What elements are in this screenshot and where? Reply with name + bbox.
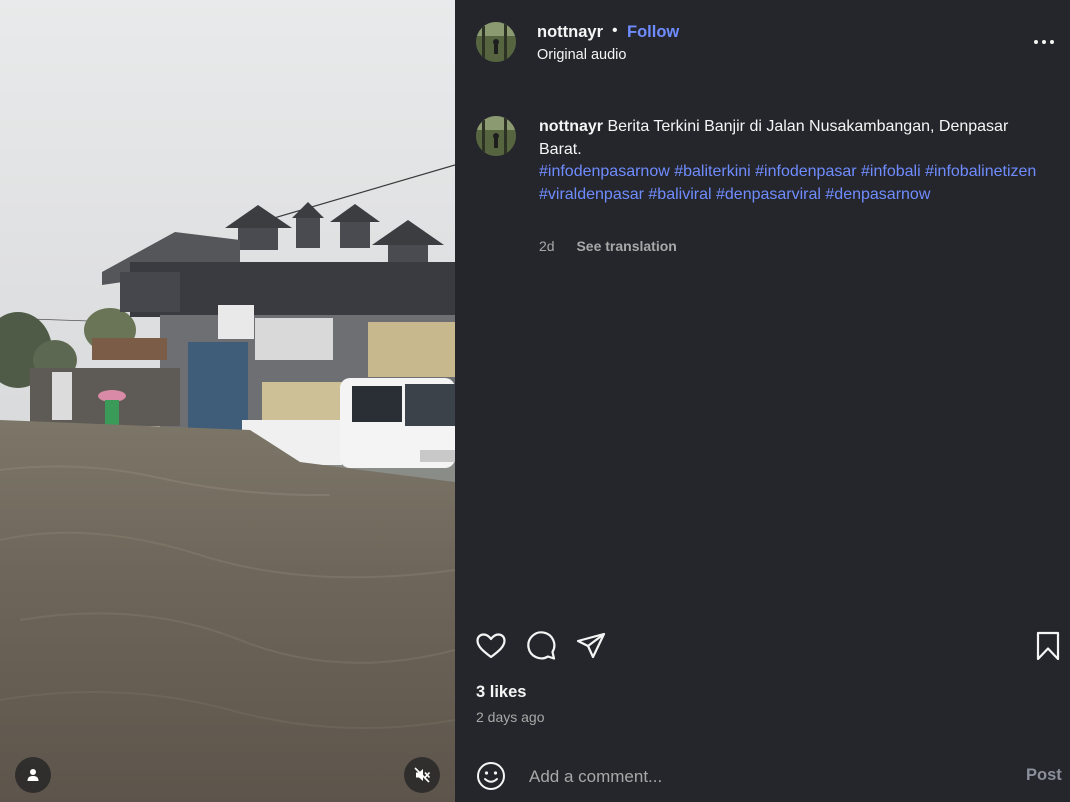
more-options-icon <box>1034 40 1054 44</box>
like-button[interactable] <box>473 628 509 664</box>
post-side-panel: nottnayr • Follow Original audio nottnay… <box>455 0 1070 802</box>
flood-street-video-frame <box>0 0 455 802</box>
emoji-button[interactable] <box>475 760 507 792</box>
avatar[interactable] <box>476 22 516 62</box>
video-player[interactable] <box>0 0 455 802</box>
caption-meta: 2d See translation <box>539 238 677 254</box>
tagged-users-button[interactable] <box>15 757 51 793</box>
emoji-icon <box>477 762 505 790</box>
post-timestamp[interactable]: 2 days ago <box>476 709 545 725</box>
hashtag-list: #infodenpasarnow #baliterkini #infodenpa… <box>539 161 1054 206</box>
post-comment-button[interactable]: Post <box>1026 766 1062 785</box>
comment-button[interactable] <box>523 628 559 664</box>
hashtag-link[interactable]: #viraldenpasar <box>539 186 644 203</box>
username-link[interactable]: nottnayr <box>537 23 603 42</box>
avatar-image <box>476 22 516 62</box>
save-button[interactable] <box>1030 628 1066 664</box>
user-tag-icon <box>27 769 39 781</box>
follow-button[interactable]: Follow <box>627 23 679 42</box>
separator-dot: • <box>612 22 618 39</box>
action-bar <box>455 628 1070 668</box>
hashtag-link[interactable]: #infobalinetizen <box>925 163 1036 180</box>
see-translation-button[interactable]: See translation <box>576 238 676 254</box>
audio-link[interactable]: Original audio <box>537 47 626 63</box>
hashtag-link[interactable]: #baliviral <box>648 186 711 203</box>
avatar-image <box>476 116 516 156</box>
hashtag-link[interactable]: #denpasarviral <box>716 186 821 203</box>
caption-avatar[interactable] <box>476 116 516 156</box>
more-options-button[interactable] <box>1030 32 1060 52</box>
hashtag-link[interactable]: #infodenpasarnow <box>539 163 670 180</box>
comment-composer: Post <box>455 752 1070 802</box>
muted-speaker-icon <box>414 767 431 783</box>
caption-username[interactable]: nottnayr <box>539 118 603 135</box>
comment-icon <box>527 631 556 660</box>
likes-count[interactable]: 3 likes <box>476 683 526 702</box>
caption-body: nottnayr Berita Terkini Banjir di Jalan … <box>539 116 1054 206</box>
caption-text: Berita Terkini Banjir di Jalan Nusakamba… <box>539 118 1009 158</box>
bookmark-icon <box>1036 631 1060 661</box>
mute-toggle-button[interactable] <box>404 757 440 793</box>
hashtag-link[interactable]: #infobali <box>861 163 921 180</box>
share-button[interactable] <box>573 628 609 664</box>
hashtag-link[interactable]: #infodenpasar <box>755 163 856 180</box>
share-icon <box>576 632 606 659</box>
hashtag-link[interactable]: #denpasarnow <box>825 186 930 203</box>
post-header: nottnayr • Follow Original audio <box>455 0 1070 90</box>
hashtag-link[interactable]: #baliterkini <box>674 163 750 180</box>
comment-input[interactable] <box>527 762 1001 792</box>
heart-icon <box>476 633 506 659</box>
caption-age: 2d <box>539 238 555 254</box>
